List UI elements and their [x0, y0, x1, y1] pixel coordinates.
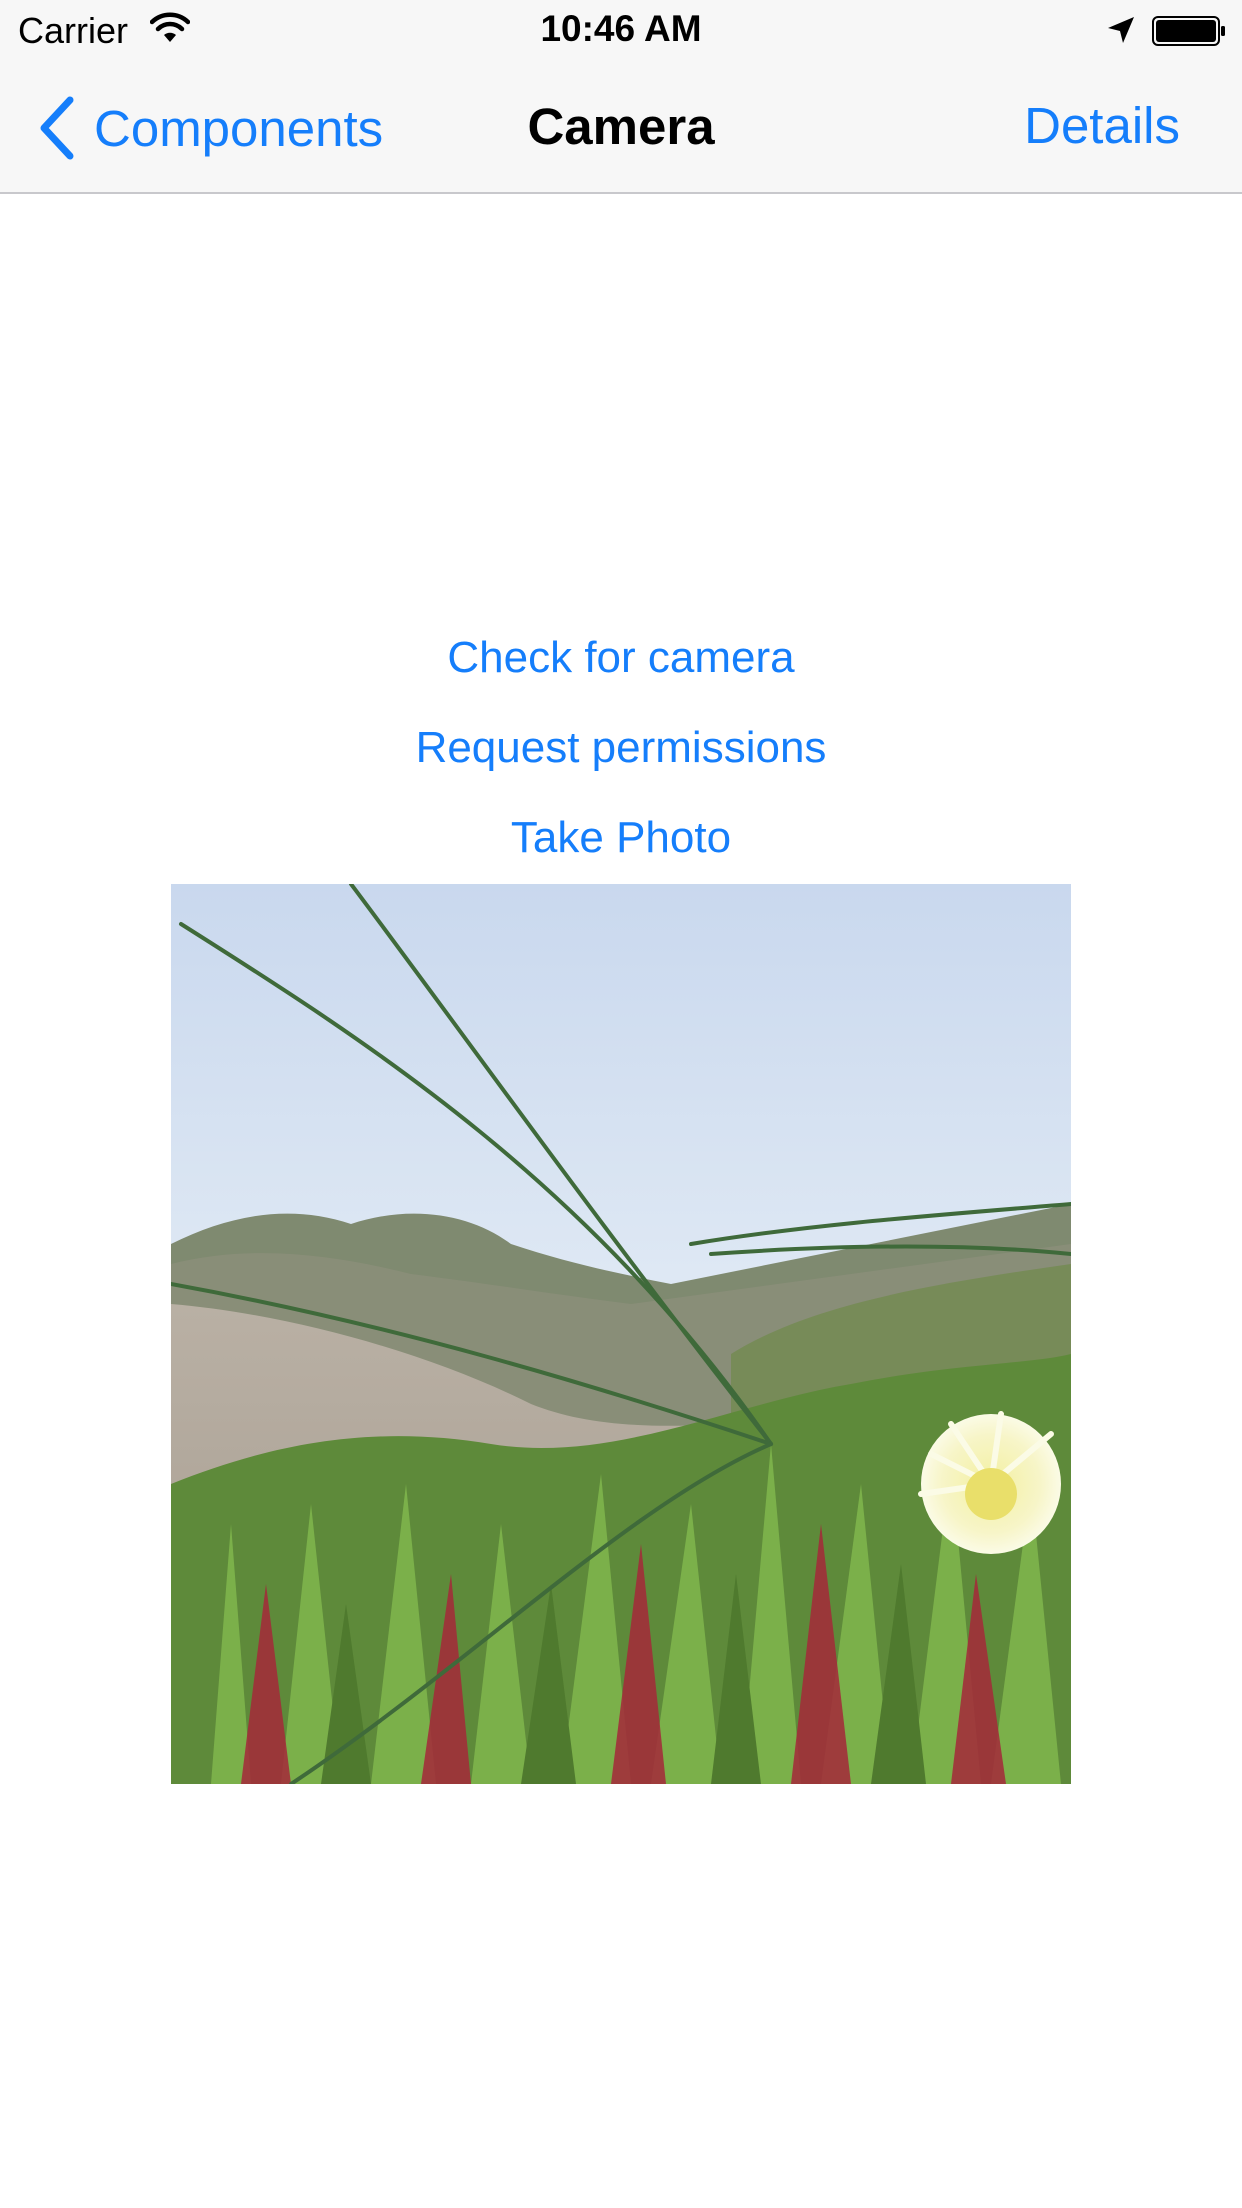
photo-image	[171, 884, 1071, 1784]
location-arrow-icon	[1108, 17, 1134, 43]
status-bar: Carrier 10:46 AM	[0, 0, 1242, 60]
details-button[interactable]: Details	[1024, 96, 1180, 155]
take-photo-button[interactable]: Take Photo	[0, 813, 1242, 863]
battery-icon	[1152, 16, 1225, 46]
status-time: 10:46 AM	[540, 8, 702, 49]
request-permissions-button[interactable]: Request permissions	[0, 723, 1242, 773]
check-for-camera-button[interactable]: Check for camera	[0, 633, 1242, 683]
navigation-bar: Components Camera Details	[0, 60, 1242, 194]
photo-preview	[171, 884, 1071, 1784]
